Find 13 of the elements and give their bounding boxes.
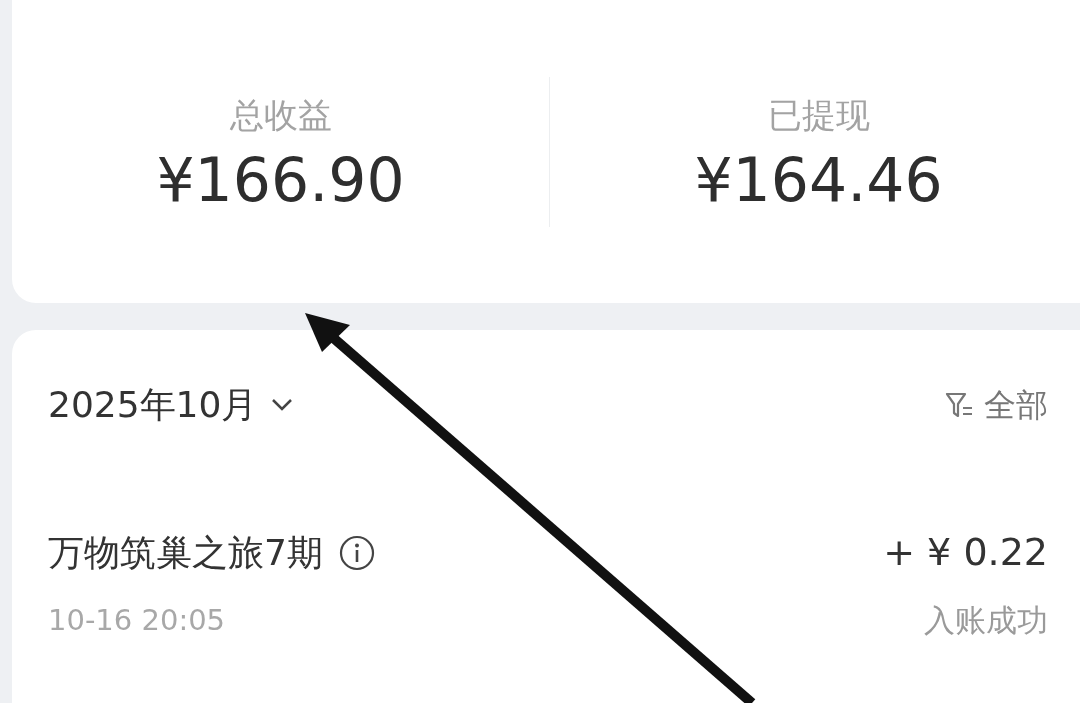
filter-button[interactable]: 全部 [944,381,1048,429]
transaction-title: 万物筑巢之旅7期 [48,530,323,575]
summary-label: 已提现 [767,94,870,137]
filter-icon [944,390,974,420]
info-icon[interactable] [338,534,375,571]
transaction-status: 入账成功 [924,601,1048,640]
summary-value: ¥164.46 [694,147,943,213]
transaction-amount: + ¥ 0.22 [883,529,1048,576]
month-selector[interactable]: 2025年10月 [48,378,294,432]
transaction-time: 10-16 20:05 [48,601,226,639]
summary-label: 总收益 [229,94,332,137]
summary-value: ¥166.90 [156,147,405,213]
chevron-down-icon [271,398,294,412]
